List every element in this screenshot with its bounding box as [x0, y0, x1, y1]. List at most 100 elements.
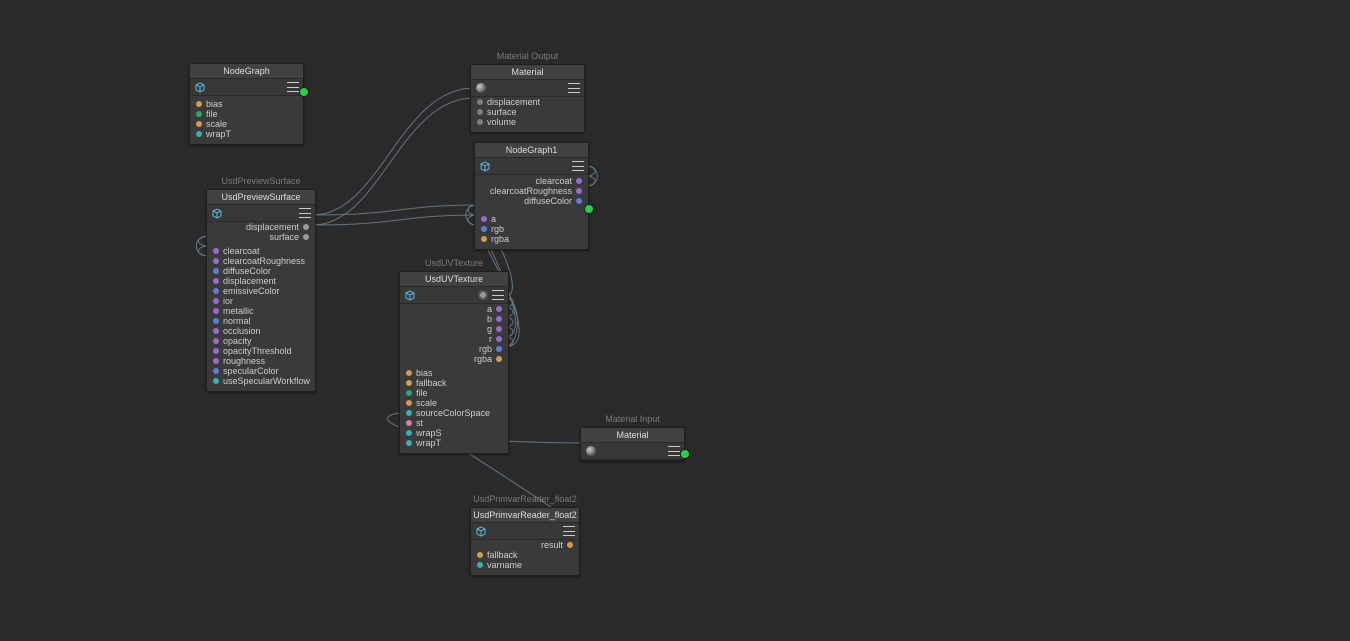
port-rgb[interactable]: rgb: [406, 344, 502, 354]
port-volume[interactable]: volume: [477, 117, 578, 127]
port-dot-icon: [213, 318, 219, 324]
port-dot-icon: [213, 308, 219, 314]
port-label: displacement: [223, 276, 276, 286]
port-b[interactable]: b: [406, 314, 502, 324]
port-occlusion[interactable]: occlusion: [213, 326, 309, 336]
port-file[interactable]: file: [406, 388, 502, 398]
port-a[interactable]: a: [406, 304, 502, 314]
port-label: displacement: [246, 222, 299, 232]
port-file[interactable]: file: [196, 109, 297, 119]
node-menu-icon[interactable]: [299, 208, 311, 218]
port-clearcoat[interactable]: clearcoat: [481, 176, 582, 186]
node-menu-icon[interactable]: [492, 290, 504, 300]
port-clearcoat[interactable]: clearcoat: [213, 246, 309, 256]
node-material-output[interactable]: Material Output Material displacementsur…: [470, 64, 585, 133]
port-label: normal: [223, 316, 251, 326]
port-usespecularworkflow[interactable]: useSpecularWorkflow: [213, 376, 309, 386]
gear-icon[interactable]: [478, 290, 488, 300]
port-label: wrapS: [416, 428, 442, 438]
port-displacement[interactable]: displacement: [477, 97, 578, 107]
node-supertitle: UsdPrimvarReader_float2: [471, 494, 579, 504]
port-opacitythreshold[interactable]: opacityThreshold: [213, 346, 309, 356]
sphere-icon: [585, 445, 597, 457]
cube-icon: [194, 81, 206, 93]
port-dot-icon: [406, 430, 412, 436]
node-nodegraph[interactable]: NodeGraph biasfilescalewrapT: [189, 63, 304, 145]
port-varname[interactable]: varname: [477, 560, 573, 570]
port-scale[interactable]: scale: [196, 119, 297, 129]
port-rgba[interactable]: rgba: [406, 354, 502, 364]
port-label: specularColor: [223, 366, 279, 376]
port-result[interactable]: result: [477, 540, 573, 550]
port-sourcecolorspace[interactable]: sourceColorSpace: [406, 408, 502, 418]
port-dot-icon: [576, 178, 582, 184]
port-dot-icon: [213, 248, 219, 254]
port-scale[interactable]: scale: [406, 398, 502, 408]
node-usd-preview-surface[interactable]: UsdPreviewSurface UsdPreviewSurface disp…: [206, 189, 316, 392]
node-menu-icon[interactable]: [563, 526, 575, 536]
port-g[interactable]: g: [406, 324, 502, 334]
port-dot-icon: [477, 99, 483, 105]
port-metallic[interactable]: metallic: [213, 306, 309, 316]
port-label: fallback: [487, 550, 518, 560]
expose-marker: [300, 88, 308, 96]
port-fallback[interactable]: fallback: [406, 378, 502, 388]
port-label: a: [491, 214, 496, 224]
port-rgba[interactable]: rgba: [481, 234, 582, 244]
port-dot-icon: [496, 306, 502, 312]
port-dot-icon: [477, 119, 483, 125]
port-dot-icon: [496, 346, 502, 352]
port-emissivecolor[interactable]: emissiveColor: [213, 286, 309, 296]
port-dot-icon: [406, 440, 412, 446]
port-dot-icon: [406, 370, 412, 376]
port-diffusecolor[interactable]: diffuseColor: [481, 196, 582, 206]
node-menu-icon[interactable]: [568, 83, 580, 93]
port-wrapt[interactable]: wrapT: [196, 129, 297, 139]
port-displacement[interactable]: displacement: [213, 222, 309, 232]
sphere-icon: [475, 82, 487, 94]
node-supertitle: UsdPreviewSurface: [207, 176, 315, 186]
cube-icon: [404, 289, 416, 301]
port-wrapt[interactable]: wrapT: [406, 438, 502, 448]
node-menu-icon[interactable]: [668, 446, 680, 456]
port-r[interactable]: r: [406, 334, 502, 344]
node-menu-icon[interactable]: [572, 161, 584, 171]
port-bias[interactable]: bias: [406, 368, 502, 378]
port-dot-icon: [576, 188, 582, 194]
port-wraps[interactable]: wrapS: [406, 428, 502, 438]
port-st[interactable]: st: [406, 418, 502, 428]
port-displacement[interactable]: displacement: [213, 276, 309, 286]
port-dot-icon: [496, 336, 502, 342]
port-dot-icon: [213, 358, 219, 364]
port-label: rgb: [491, 224, 504, 234]
port-dot-icon: [406, 400, 412, 406]
port-label: clearcoatRoughness: [223, 256, 305, 266]
node-menu-icon[interactable]: [287, 82, 299, 92]
node-material-input[interactable]: Material Input Material: [580, 427, 685, 461]
port-dot-icon: [213, 288, 219, 294]
node-usd-uv-texture[interactable]: UsdUVTexture UsdUVTexture abgrrgbrgba bi…: [399, 271, 509, 454]
port-dot-icon: [213, 368, 219, 374]
port-label: roughness: [223, 356, 265, 366]
node-usd-primvar-reader[interactable]: UsdPrimvarReader_float2 UsdPrimvarReader…: [470, 507, 580, 576]
port-bias[interactable]: bias: [196, 99, 297, 109]
port-fallback[interactable]: fallback: [477, 550, 573, 560]
port-rgb[interactable]: rgb: [481, 224, 582, 234]
port-clearcoatroughness[interactable]: clearcoatRoughness: [213, 256, 309, 266]
port-ior[interactable]: ior: [213, 296, 309, 306]
port-normal[interactable]: normal: [213, 316, 309, 326]
port-diffusecolor[interactable]: diffuseColor: [213, 266, 309, 276]
port-label: st: [416, 418, 423, 428]
port-specularcolor[interactable]: specularColor: [213, 366, 309, 376]
port-surface[interactable]: surface: [477, 107, 578, 117]
port-label: a: [487, 304, 492, 314]
node-nodegraph1[interactable]: NodeGraph1 clearcoatclearcoatRoughnessdi…: [474, 142, 589, 250]
port-roughness[interactable]: roughness: [213, 356, 309, 366]
node-title: UsdPrimvarReader_float2: [471, 508, 579, 523]
port-surface[interactable]: surface: [213, 232, 309, 242]
port-a[interactable]: a: [481, 214, 582, 224]
port-clearcoatroughness[interactable]: clearcoatRoughness: [481, 186, 582, 196]
port-label: bias: [416, 368, 433, 378]
port-label: clearcoatRoughness: [490, 186, 572, 196]
port-opacity[interactable]: opacity: [213, 336, 309, 346]
